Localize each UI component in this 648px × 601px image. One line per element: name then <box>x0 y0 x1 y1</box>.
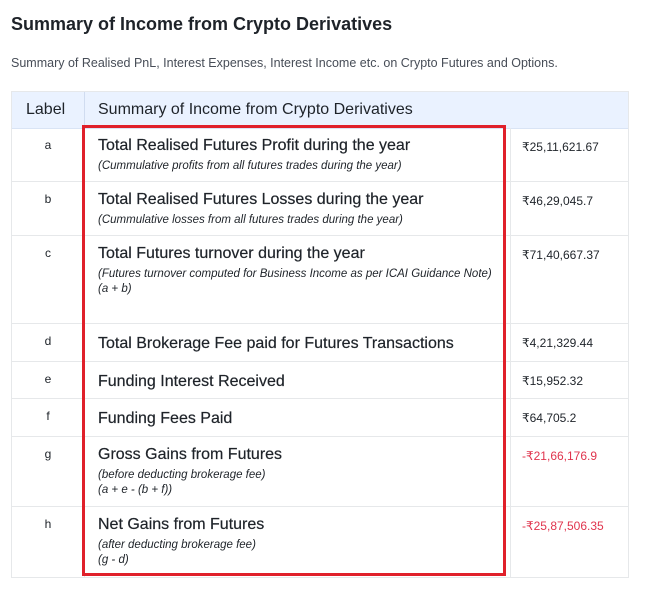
row-note: (Cummulative losses from all futures tra… <box>98 214 403 226</box>
row-value: ₹25,11,621.67 <box>522 140 599 154</box>
row-label: g <box>44 447 52 461</box>
table-header: Label Summary of Income from Crypto Deri… <box>12 92 628 129</box>
row-value: ₹46,29,045.7 <box>522 194 594 208</box>
row-label: f <box>46 409 50 423</box>
row-title: Net Gains from Futures <box>98 516 265 533</box>
header-label: Label <box>26 101 66 118</box>
table-row: b Total Realised Futures Losses during th… <box>12 182 628 236</box>
row-value: -₹21,66,176.9 <box>522 449 598 463</box>
row-value: -₹25,87,506.35 <box>522 519 604 533</box>
row-label: a <box>44 138 52 152</box>
income-summary-table: Label Summary of Income from Crypto Deri… <box>11 91 629 578</box>
table-row: c Total Futures turnover during the year (… <box>12 236 628 324</box>
row-formula: (a + e - (b + f)) <box>98 484 173 496</box>
row-description: Funding Fees Paid <box>98 409 498 429</box>
row-value: ₹71,40,667.37 <box>522 248 600 262</box>
row-description: Total Realised Futures Profit during the… <box>98 136 498 174</box>
row-description: Funding Interest Received <box>98 372 498 392</box>
table-row: d Total Brokerage Fee paid for Futures Tr… <box>12 324 628 362</box>
table-row: e Funding Interest Received ₹15,952.32 <box>12 362 628 399</box>
row-value: ₹64,705.2 <box>522 411 577 425</box>
row-value: ₹15,952.32 <box>522 374 584 388</box>
row-title: Funding Fees Paid <box>98 410 233 427</box>
row-note: (before deducting brokerage fee) <box>98 469 266 481</box>
page-title: Summary of Income from Crypto Derivative… <box>11 14 393 34</box>
row-label: d <box>44 334 52 348</box>
row-formula: (g - d) <box>98 554 129 566</box>
row-description: Total Realised Futures Losses during the… <box>98 190 498 228</box>
table-row: f Funding Fees Paid ₹64,705.2 <box>12 399 628 437</box>
row-label: h <box>44 517 52 531</box>
row-description: Gross Gains from Futures (before deductin… <box>98 445 498 498</box>
row-title: Total Futures turnover during the year <box>98 245 365 262</box>
row-title: Gross Gains from Futures <box>98 446 283 463</box>
row-description: Total Brokerage Fee paid for Futures Tra… <box>98 334 498 354</box>
row-note: (Cummulative profits from all futures tr… <box>98 160 402 172</box>
table-row: a Total Realised Futures Profit during th… <box>12 128 628 182</box>
row-description: Net Gains from Futures (after deducting b… <box>98 515 498 568</box>
row-note: (Futures turnover computed for Business … <box>98 268 492 280</box>
row-value: ₹4,21,329.44 <box>522 336 594 350</box>
header-divider <box>84 92 85 128</box>
row-label: c <box>45 246 51 260</box>
table-row: g Gross Gains from Futures (before deducti… <box>12 437 628 507</box>
row-label: b <box>44 192 52 206</box>
row-note: (after deducting brokerage fee) <box>98 539 256 551</box>
row-title: Total Realised Futures Profit during the… <box>98 137 411 154</box>
header-summary: Summary of Income from Crypto Derivative… <box>98 101 413 118</box>
row-title: Funding Interest Received <box>98 373 285 390</box>
row-title: Total Realised Futures Losses during the… <box>98 191 424 208</box>
row-label: e <box>44 372 52 386</box>
row-formula: (a + b) <box>98 283 132 295</box>
page-subtitle: Summary of Realised PnL, Interest Expens… <box>11 56 558 70</box>
table-row: h Net Gains from Futures (after deducting … <box>12 507 628 578</box>
row-description: Total Futures turnover during the year (F… <box>98 244 498 297</box>
row-title: Total Brokerage Fee paid for Futures Tra… <box>98 335 454 352</box>
